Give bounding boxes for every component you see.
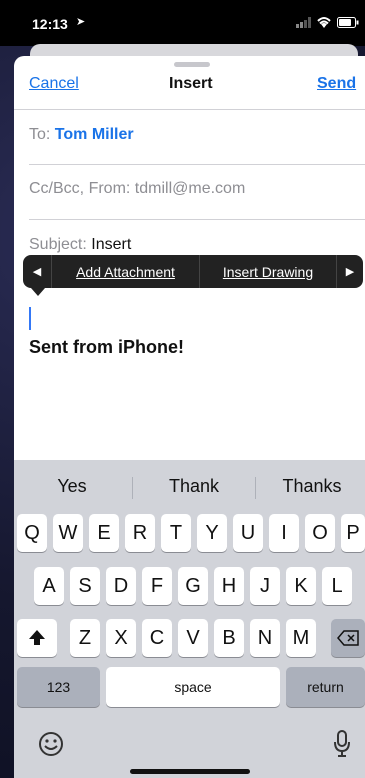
key-m[interactable]: M [286, 619, 316, 657]
delete-icon [337, 630, 359, 646]
key-k[interactable]: K [286, 567, 316, 605]
to-label: To: [29, 126, 51, 143]
status-bar: 12:13 ➤ [0, 0, 365, 46]
key-p[interactable]: P [341, 514, 365, 552]
callout-next-button[interactable]: ▶ [337, 255, 363, 288]
key-c[interactable]: C [142, 619, 172, 657]
callout-tail [31, 288, 45, 296]
to-field[interactable]: To: Tom Miller [29, 126, 134, 144]
key-y[interactable]: Y [197, 514, 227, 552]
status-time: 12:13 [32, 16, 68, 32]
text-cursor [29, 307, 31, 330]
battery-icon [337, 17, 359, 28]
message-body[interactable]: Sent from iPhone! [29, 337, 184, 358]
numbers-key[interactable]: 123 [17, 667, 100, 707]
key-f[interactable]: F [142, 567, 172, 605]
cellular-signal-icon [296, 17, 311, 28]
key-x[interactable]: X [106, 619, 136, 657]
divider [29, 219, 365, 220]
add-attachment-button[interactable]: Add Attachment [52, 255, 200, 288]
key-v[interactable]: V [178, 619, 208, 657]
key-q[interactable]: Q [17, 514, 47, 552]
send-button[interactable]: Send [317, 75, 356, 93]
shift-key[interactable] [17, 619, 57, 657]
subject-value: Insert [91, 236, 132, 253]
recipient-token[interactable]: Tom Miller [55, 126, 134, 143]
insert-drawing-button[interactable]: Insert Drawing [200, 255, 337, 288]
suggestion-2[interactable]: Thank [159, 476, 229, 497]
key-r[interactable]: R [125, 514, 155, 552]
microphone-icon[interactable] [334, 730, 350, 758]
cancel-button[interactable]: Cancel [29, 75, 79, 93]
sheet-grabber[interactable] [174, 62, 210, 67]
key-a[interactable]: A [34, 567, 64, 605]
key-g[interactable]: G [178, 567, 208, 605]
key-z[interactable]: Z [70, 619, 100, 657]
from-value: tdmill@me.com [134, 180, 246, 197]
return-key[interactable]: return [286, 667, 365, 707]
key-d[interactable]: D [106, 567, 136, 605]
suggestion-3[interactable]: Thanks [272, 476, 352, 497]
callout-prev-button[interactable]: ◀ [23, 255, 52, 288]
key-n[interactable]: N [250, 619, 280, 657]
key-e[interactable]: E [89, 514, 119, 552]
subject-label: Subject: [29, 236, 87, 253]
wifi-icon [317, 17, 331, 28]
divider [29, 164, 365, 165]
key-w[interactable]: W [53, 514, 83, 552]
key-j[interactable]: J [250, 567, 280, 605]
key-b[interactable]: B [214, 619, 244, 657]
key-l[interactable]: L [322, 567, 352, 605]
space-key[interactable]: space [106, 667, 280, 707]
keyboard: Yes Thank Thanks Q W E R T Y U I O P A S… [14, 460, 365, 778]
shift-icon [29, 630, 45, 645]
subject-field[interactable]: Subject: Insert [29, 236, 131, 254]
delete-key[interactable] [331, 619, 365, 657]
key-s[interactable]: S [70, 567, 100, 605]
divider [14, 109, 365, 110]
edit-callout-menu: ◀ Add Attachment Insert Drawing ▶ [23, 255, 363, 288]
location-arrow-icon: ➤ [76, 16, 86, 28]
home-indicator[interactable] [130, 769, 250, 774]
cc-label: Cc/Bcc, From: [29, 180, 131, 197]
divider [132, 477, 133, 499]
suggestion-1[interactable]: Yes [42, 476, 102, 497]
key-t[interactable]: T [161, 514, 191, 552]
divider [255, 477, 256, 499]
key-i[interactable]: I [269, 514, 299, 552]
compose-title: Insert [169, 75, 213, 92]
cc-from-field[interactable]: Cc/Bcc, From: tdmill@me.com [29, 180, 245, 198]
key-h[interactable]: H [214, 567, 244, 605]
key-o[interactable]: O [305, 514, 335, 552]
emoji-icon[interactable] [38, 731, 64, 757]
key-u[interactable]: U [233, 514, 263, 552]
